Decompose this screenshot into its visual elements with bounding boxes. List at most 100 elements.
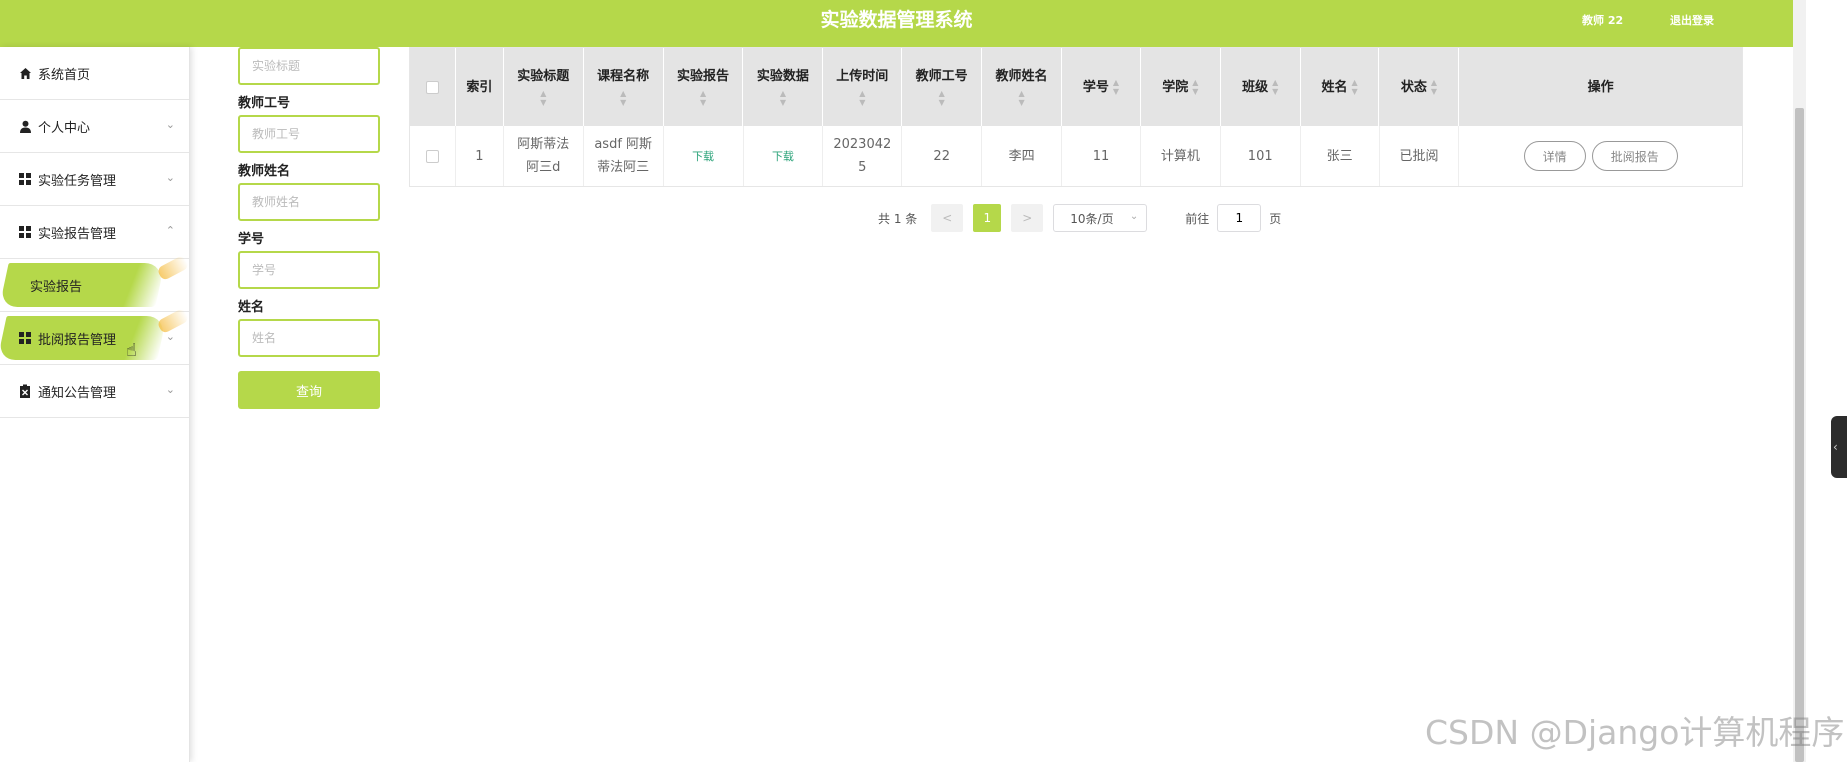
logout-button[interactable]: 退出登录	[1670, 12, 1714, 28]
sidebar-item-profile[interactable]: 个人中心 ⌄	[0, 100, 189, 153]
total-count: 共 1 条	[878, 211, 918, 226]
column-header-label: 姓名	[1321, 79, 1348, 95]
highlight-stroke	[156, 254, 190, 282]
goto-page-input[interactable]	[1217, 204, 1262, 232]
pagination: 共 1 条 < 1 > 10条/页 ⌄ 前往 页	[878, 204, 1281, 232]
status-cell: 已批阅	[1380, 126, 1460, 186]
course-cell: asdf 阿斯 蒂法阿三	[584, 126, 664, 186]
actions-cell: 详情 批阅报告	[1459, 126, 1742, 186]
column-header: 操作	[1587, 79, 1614, 95]
sidebar-item-home[interactable]: 系统首页	[0, 47, 189, 100]
column-header[interactable]: 上传时间 ▲ ▼	[823, 48, 903, 126]
data-download-link[interactable]: 下载	[744, 126, 824, 186]
sort-icon: ▲ ▼	[620, 88, 627, 107]
vertical-scrollbar[interactable]	[1793, 0, 1806, 762]
row-select-cell	[410, 126, 456, 186]
column-header-label: 状态	[1400, 79, 1427, 95]
column-header: 索引	[456, 48, 504, 126]
teacher-name-label: 教师姓名	[238, 164, 291, 179]
grid-icon	[18, 225, 32, 239]
user-icon	[18, 119, 32, 133]
app-title: 实验数据管理系统	[820, 9, 973, 31]
prev-page-button[interactable]: <	[931, 204, 964, 232]
current-user: 教师 22	[1582, 14, 1624, 27]
sort-icon: ▲ ▼	[938, 88, 945, 107]
side-panel-toggle[interactable]: ‹	[1831, 416, 1847, 478]
column-header-label: 实验报告	[677, 68, 730, 84]
student-id-label: 学号	[238, 232, 265, 247]
column-header-label: 教师姓名	[995, 68, 1048, 84]
scrollbar-thumb[interactable]	[1795, 108, 1804, 762]
upload-time-cell: 2023042 5	[823, 126, 903, 186]
select-all-header	[410, 48, 456, 126]
next-page-button[interactable]: >	[1011, 204, 1044, 232]
class-cell: 101	[1221, 126, 1301, 186]
sidebar: 系统首页 个人中心 ⌄ 实验任务管理 ⌄ 实验报告管理 ⌃ 实验报告 批阅报告管…	[0, 47, 190, 762]
home-icon	[18, 66, 32, 80]
cell-text: 5	[858, 160, 867, 175]
column-header-label: 实验数据	[756, 68, 809, 84]
student-id-input[interactable]	[238, 251, 380, 289]
report-table: 索引 实验标题 ▲ ▼ 课程名称 ▲ ▼ 实验报告 ▲ ▼ 实验数据 ▲ ▼ 上传时间 ▲ ▼ 教师…	[409, 47, 1743, 187]
chevron-down-icon: ⌄	[165, 383, 175, 396]
page-size-value: 10条/页	[1070, 211, 1114, 226]
college-cell: 计算机	[1141, 126, 1221, 186]
chevron-down-icon: ⌄	[165, 330, 175, 343]
column-header-label: 学院	[1162, 79, 1189, 95]
column-header-label: 教师工号	[915, 68, 968, 84]
sidebar-item-label: 个人中心	[38, 120, 91, 136]
chevron-up-icon: ⌃	[165, 224, 175, 237]
experiment-title-input[interactable]	[238, 47, 380, 85]
column-header[interactable]: 班级 ▲ ▼	[1221, 48, 1301, 126]
column-header[interactable]: 教师姓名 ▲ ▼	[982, 48, 1062, 126]
sort-icon: ▲ ▼	[1430, 78, 1437, 96]
student-name-input[interactable]	[238, 319, 380, 357]
title-cell: 阿斯蒂法 阿三d	[504, 126, 584, 186]
column-header[interactable]: 教师工号 ▲ ▼	[902, 48, 983, 126]
sidebar-item-label: 批阅报告管理	[38, 332, 117, 348]
name-cell: 张三	[1301, 126, 1380, 186]
query-button[interactable]: 查询	[238, 371, 380, 409]
page-suffix: 页	[1269, 211, 1282, 226]
goto-label: 前往	[1185, 211, 1210, 226]
teacher-name-cell: 李四	[982, 126, 1063, 186]
sidebar-item-report-management[interactable]: 实验报告管理 ⌃	[0, 206, 189, 259]
report-download-link[interactable]: 下载	[664, 126, 744, 186]
column-header[interactable]: 学院 ▲ ▼	[1141, 48, 1221, 126]
grid-icon	[18, 331, 32, 345]
column-header-label: 上传时间	[836, 68, 889, 84]
clipboard-icon	[18, 384, 32, 398]
column-header[interactable]: 实验标题 ▲ ▼	[504, 48, 584, 126]
detail-button[interactable]: 详情	[1523, 141, 1586, 171]
cell-text: asdf 阿斯	[594, 137, 653, 152]
student-id-cell: 11	[1062, 126, 1141, 186]
column-header[interactable]: 课程名称 ▲ ▼	[584, 48, 664, 126]
column-header[interactable]: 实验数据 ▲ ▼	[743, 48, 824, 126]
current-page-button[interactable]: 1	[973, 204, 1002, 232]
sidebar-item-notice-management[interactable]: 通知公告管理 ⌄	[0, 365, 189, 418]
column-header[interactable]: 实验报告 ▲ ▼	[664, 48, 744, 126]
cell-text: 蒂法阿三	[597, 160, 650, 175]
column-header-label: 班级	[1242, 79, 1269, 95]
index-cell: 1	[456, 126, 504, 186]
select-all-checkbox[interactable]	[425, 80, 439, 94]
sort-icon: ▲ ▼	[1112, 78, 1119, 96]
sort-icon: ▲ ▼	[1351, 78, 1358, 96]
sort-icon: ▲ ▼	[1018, 88, 1025, 107]
sidebar-subitem-report[interactable]: 实验报告	[0, 254, 190, 312]
row-checkbox[interactable]	[425, 149, 439, 163]
sidebar-item-task-management[interactable]: 实验任务管理 ⌄	[0, 153, 189, 206]
column-header[interactable]: 状态 ▲ ▼	[1379, 48, 1460, 126]
active-highlight	[0, 263, 165, 307]
student-name-label: 姓名	[238, 300, 265, 315]
sidebar-item-label: 实验任务管理	[38, 173, 117, 189]
review-report-button[interactable]: 批阅报告	[1591, 141, 1678, 171]
table-header: 索引 实验标题 ▲ ▼ 课程名称 ▲ ▼ 实验报告 ▲ ▼ 实验数据 ▲ ▼ 上传时间 ▲ ▼ 教师…	[410, 48, 1742, 126]
page-size-select[interactable]: 10条/页 ⌄	[1053, 204, 1148, 232]
column-header[interactable]: 学号 ▲ ▼	[1062, 48, 1141, 126]
teacher-name-input[interactable]	[238, 183, 380, 221]
sidebar-item-review-management[interactable]: 批阅报告管理 ⌄ ☝	[0, 307, 190, 365]
teacher-id-input[interactable]	[238, 115, 380, 153]
sort-icon: ▲ ▼	[540, 88, 547, 107]
column-header[interactable]: 姓名 ▲ ▼	[1301, 48, 1380, 126]
